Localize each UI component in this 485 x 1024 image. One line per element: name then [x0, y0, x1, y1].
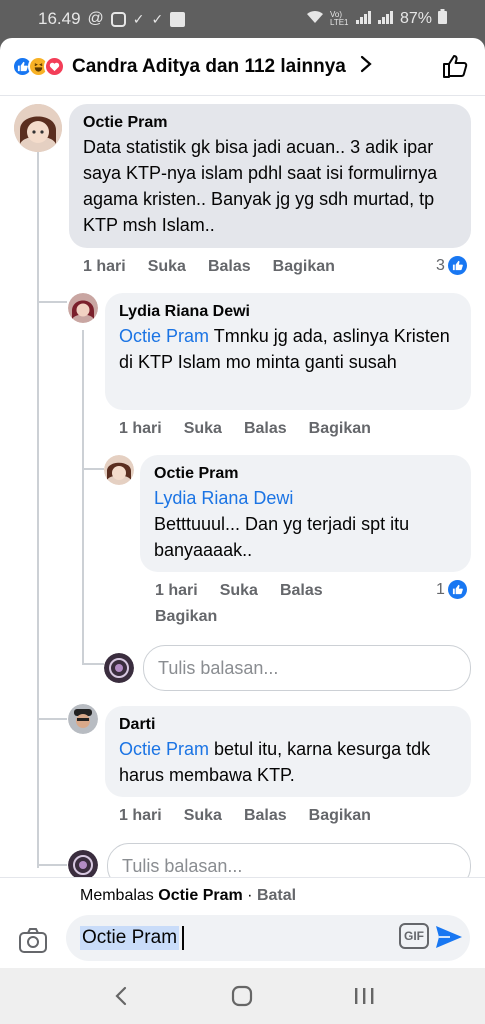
- reactions-summary[interactable]: Candra Aditya dan 112 lainnya: [72, 56, 346, 78]
- avatar-octie-pram[interactable]: [104, 455, 134, 485]
- clock: 16.49: [38, 9, 81, 28]
- comment-actions-3: 1 hari Suka Balas Bagikan: [155, 582, 355, 626]
- replying-to-bar: Membalas Octie Pram · Batal: [0, 877, 485, 913]
- comment-input-value: Octie Pram: [80, 926, 180, 950]
- thread-connector-5: [37, 864, 67, 866]
- reaction-count-3[interactable]: 1: [436, 580, 467, 599]
- comment-actions-1: 1 hari Suka Balas Bagikan: [83, 258, 335, 276]
- thread-connector-2: [82, 468, 104, 470]
- comment-time: 1 hari: [119, 807, 162, 824]
- battery-percent: 87%: [399, 10, 432, 27]
- reaction-icons: [12, 56, 65, 77]
- at-icon: @: [87, 10, 104, 27]
- avatar-current-user: [104, 653, 134, 683]
- gallery-icon: [170, 11, 186, 27]
- comment-time: 1 hari: [119, 420, 162, 437]
- comment-bubble-2[interactable]: Lydia Riana Dewi Octie Pram Tmnku jg ada…: [105, 293, 471, 410]
- avatar-lydia-riana-dewi[interactable]: [68, 293, 98, 323]
- like-button[interactable]: Suka: [220, 582, 258, 600]
- gif-icon[interactable]: GIF: [399, 923, 429, 949]
- comment-text: Octie Pram Tmnku jg ada, aslinya Kristen…: [119, 323, 457, 375]
- thread-connector-1: [37, 301, 67, 303]
- comment-bubble-1[interactable]: Octie Pram Data statistik gk bisa jadi a…: [69, 104, 471, 248]
- replying-prefix: Membalas: [80, 886, 159, 904]
- cancel-reply-button[interactable]: Batal: [257, 887, 296, 905]
- reactions-header[interactable]: Candra Aditya dan 112 lainnya: [0, 38, 485, 96]
- reaction-count-value: 1: [436, 580, 445, 598]
- avatar-darti[interactable]: [68, 704, 98, 734]
- comment-text: Octie Pram betul itu, karna kesurga tdk …: [119, 736, 457, 788]
- share-button[interactable]: Bagikan: [273, 258, 335, 276]
- home-icon[interactable]: [222, 976, 262, 1016]
- comment-body: Betttuuul... Dan yg terjadi spt itu bany…: [154, 514, 410, 560]
- thread-line-main: [37, 148, 39, 868]
- reply-button[interactable]: Balas: [244, 420, 287, 438]
- reply-button[interactable]: Balas: [208, 258, 251, 276]
- instagram-icon: [110, 11, 126, 27]
- thumbs-up-outline-icon[interactable]: [441, 52, 469, 85]
- back-icon[interactable]: [101, 976, 141, 1016]
- wifi-icon: [306, 10, 324, 29]
- reply-button[interactable]: Balas: [244, 807, 287, 825]
- comment-composer: Octie Pram GIF: [0, 913, 485, 968]
- love-icon: [44, 56, 65, 77]
- thread-line-sub: [82, 330, 84, 663]
- comment-actions-4: 1 hari Suka Balas Bagikan: [119, 807, 371, 825]
- avatar-current-user: [68, 850, 98, 880]
- download-check-icon: ✓: [132, 10, 145, 27]
- thread-connector-4: [37, 718, 67, 720]
- like-button[interactable]: Suka: [184, 420, 222, 438]
- comment-text: Data statistik gk bisa jadi acuan.. 3 ad…: [83, 137, 438, 235]
- reaction-count-value: 3: [436, 256, 445, 274]
- reaction-count-1[interactable]: 3: [436, 256, 467, 275]
- mention-link[interactable]: Lydia Riana Dewi: [154, 488, 293, 508]
- replying-separator: ·: [242, 886, 257, 904]
- mention-link[interactable]: Octie Pram: [119, 326, 209, 346]
- reply-input[interactable]: Tulis balasan...: [143, 645, 471, 691]
- replying-to-name: Octie Pram: [158, 886, 243, 904]
- like-button[interactable]: Suka: [184, 807, 222, 825]
- camera-icon[interactable]: [18, 925, 48, 955]
- reply-button[interactable]: Balas: [280, 582, 323, 600]
- like-icon: [447, 580, 467, 599]
- comment-author[interactable]: Octie Pram: [83, 114, 457, 132]
- comment-actions-2: 1 hari Suka Balas Bagikan: [119, 420, 371, 438]
- like-button[interactable]: Suka: [148, 258, 186, 276]
- like-icon: [447, 256, 467, 275]
- recents-icon[interactable]: [344, 976, 384, 1016]
- comment-text: Lydia Riana Dewi Betttuuul... Dan yg terj…: [154, 485, 457, 563]
- comment-author[interactable]: Darti: [119, 716, 457, 734]
- text-cursor: [182, 926, 185, 950]
- comment-bubble-3[interactable]: Octie Pram Lydia Riana Dewi Betttuuul... …: [140, 455, 471, 572]
- avatar-octie-pram[interactable]: [14, 104, 62, 152]
- comment-time: 1 hari: [83, 258, 126, 275]
- mention-link[interactable]: Octie Pram: [119, 739, 209, 759]
- share-button[interactable]: Bagikan: [155, 608, 217, 626]
- status-bar: 16.49 @ ✓ ✓ Vo) LTE1 87%: [0, 0, 485, 38]
- chevron-right-icon[interactable]: [360, 55, 372, 78]
- comment-time: 1 hari: [155, 582, 198, 599]
- download-check-icon-2: ✓: [151, 10, 164, 27]
- comment-bubble-4[interactable]: Darti Octie Pram betul itu, karna kesurg…: [105, 706, 471, 797]
- send-icon[interactable]: [435, 924, 463, 955]
- signal-icon-2: [377, 10, 394, 29]
- thread-connector-3: [82, 663, 104, 665]
- comments-sheet: Candra Aditya dan 112 lainnya Octie Pram…: [0, 38, 485, 968]
- comment-author[interactable]: Octie Pram: [154, 465, 457, 483]
- comment-author[interactable]: Lydia Riana Dewi: [119, 303, 457, 321]
- network-label: Vo) LTE1: [329, 10, 349, 27]
- signal-icon: [355, 10, 372, 29]
- share-button[interactable]: Bagikan: [309, 807, 371, 825]
- battery-icon: [438, 9, 447, 29]
- navigation-bar: [0, 968, 485, 1024]
- share-button[interactable]: Bagikan: [309, 420, 371, 438]
